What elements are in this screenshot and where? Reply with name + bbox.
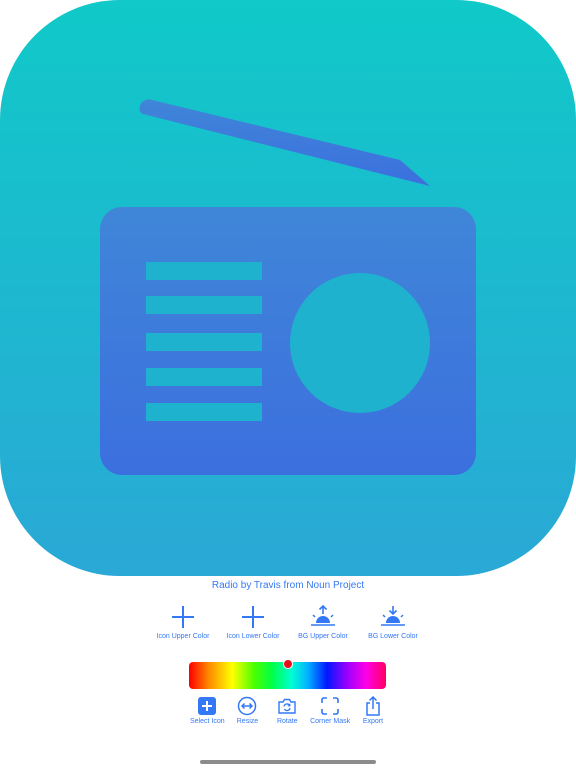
sunrise-icon xyxy=(311,604,335,626)
icon-upper-color-button[interactable]: Icon Upper Color xyxy=(148,604,218,646)
select-icon-button[interactable]: Select Icon xyxy=(190,696,225,728)
hue-slider-thumb[interactable] xyxy=(282,659,293,669)
home-indicator xyxy=(200,760,376,764)
radio-dial xyxy=(290,273,430,413)
bg-lower-color-label: BG Lower Color xyxy=(368,633,418,640)
resize-button[interactable]: Resize xyxy=(230,696,264,728)
color-buttons-row: Icon Upper Color Icon Lower Color BG Upp… xyxy=(148,604,428,646)
resize-icon xyxy=(238,696,257,716)
rotate-camera-icon xyxy=(278,698,296,714)
icon-upper-color-label: Icon Upper Color xyxy=(156,633,210,640)
select-icon-label: Select Icon xyxy=(190,718,225,725)
plus-icon xyxy=(172,606,194,628)
plus-square-icon xyxy=(198,697,217,715)
hue-slider[interactable] xyxy=(189,659,386,689)
share-icon xyxy=(366,696,380,716)
plus-icon xyxy=(242,606,264,628)
radio-antenna xyxy=(139,99,430,186)
corner-mask-button[interactable]: Corner Mask xyxy=(310,696,350,728)
icon-preview xyxy=(0,0,576,576)
resize-label: Resize xyxy=(236,718,259,725)
icon-lower-color-label: Icon Lower Color xyxy=(226,633,280,640)
bg-upper-color-button[interactable]: BG Upper Color xyxy=(288,604,358,646)
icon-lower-color-button[interactable]: Icon Lower Color xyxy=(218,604,288,646)
corner-mask-icon xyxy=(321,697,339,715)
rotate-label: Rotate xyxy=(276,718,298,725)
bg-upper-color-label: BG Upper Color xyxy=(298,633,348,640)
radio-icon xyxy=(100,99,476,475)
sunset-icon xyxy=(381,606,405,626)
toolbar: Select Icon Resize Rotate Corner Mask Ex… xyxy=(190,696,390,728)
attribution-text: Radio by Travis from Noun Project xyxy=(211,580,365,591)
rotate-button[interactable]: Rotate xyxy=(270,696,304,728)
export-button[interactable]: Export xyxy=(356,696,390,728)
bg-lower-color-button[interactable]: BG Lower Color xyxy=(358,604,428,646)
corner-mask-label: Corner Mask xyxy=(310,718,351,725)
export-label: Export xyxy=(362,718,384,725)
